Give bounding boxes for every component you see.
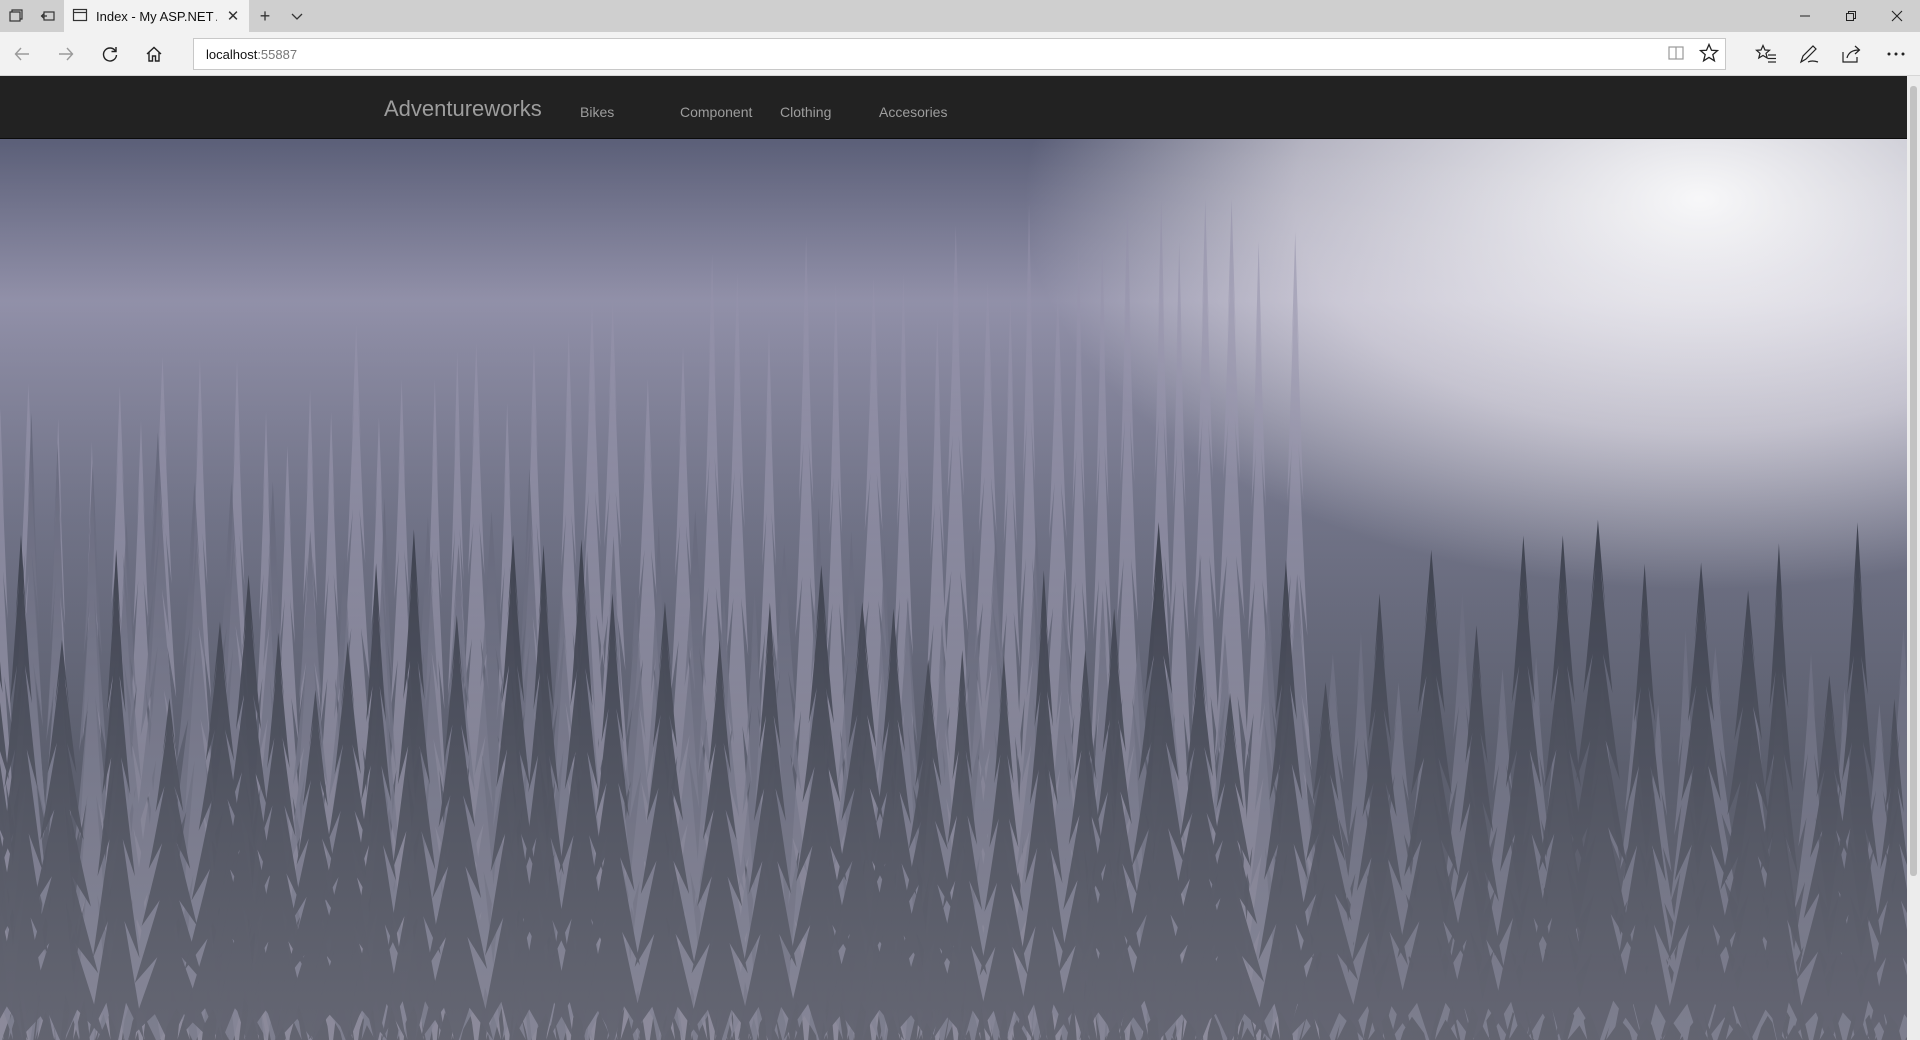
favorites-list-icon[interactable] <box>1750 38 1782 70</box>
hero-forest-image <box>0 139 1907 1040</box>
pen-icon[interactable] <box>1793 38 1825 70</box>
tab-bar: Index - My ASP.NET Ap ✕ + <box>0 0 1920 32</box>
share-icon[interactable] <box>1836 38 1868 70</box>
forward-arrow-icon[interactable] <box>50 38 82 70</box>
minimize-icon[interactable] <box>1782 0 1828 32</box>
more-icon[interactable] <box>1880 38 1912 70</box>
book-icon[interactable] <box>1667 44 1685 65</box>
refresh-icon[interactable] <box>94 38 126 70</box>
page-icon <box>72 7 88 26</box>
brand-link[interactable]: Adventureworks <box>384 96 542 122</box>
address-bar-row: localhost:55887 <box>0 32 1920 76</box>
forest-illustration <box>0 139 1907 1040</box>
nav-link-clothing[interactable]: Clothing <box>780 104 831 120</box>
restore-icon[interactable] <box>1828 0 1874 32</box>
site-navbar: Adventureworks Bikes Component Clothing … <box>0 76 1907 139</box>
close-icon[interactable]: ✕ <box>225 8 241 25</box>
plus-icon[interactable]: + <box>249 0 281 32</box>
star-icon[interactable] <box>1698 42 1720 66</box>
nav-link-component[interactable]: Component <box>680 104 752 120</box>
page-viewport: Adventureworks Bikes Component Clothing … <box>0 76 1907 1040</box>
nav-link-bikes[interactable]: Bikes <box>580 104 614 120</box>
window-controls <box>1782 0 1920 32</box>
nav-link-accesories[interactable]: Accesories <box>879 104 947 120</box>
chevron-down-icon[interactable] <box>281 0 313 32</box>
page-scrollbar[interactable] <box>1907 76 1920 1040</box>
home-icon[interactable] <box>138 38 170 70</box>
browser-tab[interactable]: Index - My ASP.NET Ap ✕ <box>64 0 249 32</box>
set-aside-icon[interactable] <box>32 0 64 32</box>
tab-manager-icon[interactable] <box>0 0 32 32</box>
scrollbar-thumb[interactable] <box>1910 86 1917 876</box>
url-host: localhost <box>206 46 258 62</box>
tab-title: Index - My ASP.NET Ap <box>96 8 217 24</box>
back-arrow-icon[interactable] <box>6 38 38 70</box>
url-port: :55887 <box>257 46 298 62</box>
close-window-icon[interactable] <box>1874 0 1920 32</box>
url-input[interactable]: localhost:55887 <box>193 38 1726 70</box>
